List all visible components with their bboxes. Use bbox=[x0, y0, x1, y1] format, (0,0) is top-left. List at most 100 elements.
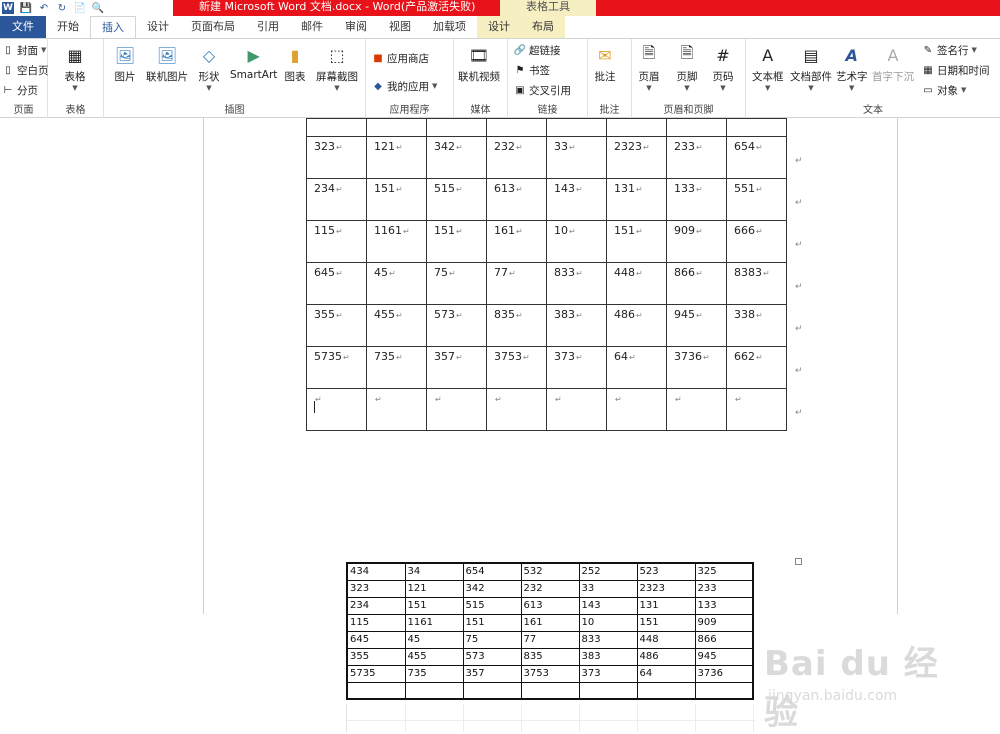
undo-icon[interactable]: ↶ bbox=[38, 2, 50, 14]
table-cell[interactable]: 355↵ bbox=[306, 304, 367, 347]
table-cell[interactable]: 909↵ bbox=[666, 220, 727, 263]
table-cell[interactable]: 233 bbox=[694, 579, 754, 598]
table-cell[interactable]: 325 bbox=[694, 562, 754, 581]
table-cell[interactable]: 131↵ bbox=[606, 178, 667, 221]
table-cell[interactable]: ↵ bbox=[366, 388, 427, 431]
object-button[interactable]: ▭ 对象 ▼ bbox=[922, 81, 966, 99]
table-cell[interactable]: 373 bbox=[578, 664, 638, 683]
table-cell[interactable]: 357↵ bbox=[426, 346, 487, 389]
tab-5[interactable]: 引用 bbox=[246, 16, 290, 38]
table-cell[interactable]: 355 bbox=[346, 647, 406, 666]
table-cell[interactable]: 645↵ bbox=[306, 262, 367, 305]
table-cell[interactable] bbox=[606, 118, 667, 137]
tab-6[interactable]: 邮件 bbox=[290, 16, 334, 38]
table-cell[interactable] bbox=[578, 681, 638, 700]
table-cell[interactable]: 64↵ bbox=[606, 346, 667, 389]
tab-11[interactable]: 布局 bbox=[521, 16, 565, 38]
textbox-button[interactable]: A 文本框 ▼ bbox=[752, 43, 784, 93]
screenshot-button[interactable]: ⬚ 屏幕截图 ▼ bbox=[316, 43, 358, 93]
table-cell[interactable]: 233↵ bbox=[666, 136, 727, 179]
table-cell[interactable]: 2323↵ bbox=[606, 136, 667, 179]
online-picture-button[interactable]: 🖼 联机图片 bbox=[146, 43, 188, 84]
table-cell[interactable]: 909 bbox=[694, 613, 754, 632]
table-cell[interactable]: 1161 bbox=[404, 613, 464, 632]
table-cell[interactable]: 161↵ bbox=[486, 220, 547, 263]
table-cell[interactable]: 161 bbox=[520, 613, 580, 632]
cover-page-button[interactable]: ▯ 封面 ▼ bbox=[2, 41, 46, 59]
table-cell[interactable]: 143↵ bbox=[546, 178, 607, 221]
table-cell[interactable]: 151↵ bbox=[366, 178, 427, 221]
table-cell[interactable]: ↵ bbox=[546, 388, 607, 431]
tab-7[interactable]: 审阅 bbox=[334, 16, 378, 38]
table-cell[interactable]: 115↵ bbox=[306, 220, 367, 263]
table-cell[interactable]: 151 bbox=[404, 596, 464, 615]
table-cell[interactable]: 45↵ bbox=[366, 262, 427, 305]
table-cell[interactable]: 945 bbox=[694, 647, 754, 666]
data-table-small[interactable]: 434 34 654 532 252 523 325 323 121 342 232 33 2323 23… bbox=[346, 562, 754, 700]
table-cell[interactable]: 234↵ bbox=[306, 178, 367, 221]
table-cell[interactable] bbox=[694, 681, 754, 700]
table-cell[interactable]: 115 bbox=[346, 613, 406, 632]
tab-8[interactable]: 视图 bbox=[378, 16, 422, 38]
header-button[interactable]: 🗎 页眉 ▼ bbox=[638, 43, 660, 93]
bookmark-button[interactable]: ⚑ 书签 bbox=[514, 61, 550, 79]
table-cell[interactable]: 373↵ bbox=[546, 346, 607, 389]
table-cell[interactable] bbox=[346, 681, 406, 700]
table-cell[interactable]: 45 bbox=[404, 630, 464, 649]
table-cell[interactable]: 866↵ bbox=[666, 262, 727, 305]
table-cell[interactable]: 448 bbox=[636, 630, 696, 649]
tab-9[interactable]: 加载项 bbox=[422, 16, 477, 38]
table-cell[interactable]: 735↵ bbox=[366, 346, 427, 389]
app-store-button[interactable]: ■ 应用商店 bbox=[372, 49, 429, 67]
table-cell[interactable]: ↵ bbox=[606, 388, 667, 431]
table-cell[interactable]: 613↵ bbox=[486, 178, 547, 221]
table-cell[interactable]: 833↵ bbox=[546, 262, 607, 305]
table-cell[interactable]: 666↵ bbox=[726, 220, 787, 263]
table-cell[interactable]: 151 bbox=[636, 613, 696, 632]
quick-parts-button[interactable]: ▤ 文档部件 ▼ bbox=[790, 43, 832, 93]
table-cell[interactable]: 5735 bbox=[346, 664, 406, 683]
table-cell[interactable]: 835↵ bbox=[486, 304, 547, 347]
table-cell[interactable]: 5735↵ bbox=[306, 346, 367, 389]
table-cell[interactable]: 835 bbox=[520, 647, 580, 666]
table-resize-handle[interactable] bbox=[795, 558, 802, 565]
table-cell[interactable]: ↵ bbox=[726, 388, 787, 431]
redo-icon[interactable]: ↻ bbox=[56, 2, 68, 14]
online-video-button[interactable]: 🎞 联机视频 bbox=[458, 43, 500, 84]
shapes-button[interactable]: ◇ 形状 ▼ bbox=[198, 43, 220, 93]
table-cell[interactable]: 515↵ bbox=[426, 178, 487, 221]
table-cell[interactable]: 833 bbox=[578, 630, 638, 649]
data-table-large[interactable]: 323↵ 121↵ 342↵ 232↵ 33↵ 2323↵ 233↵ 654↵ 234↵ 151↵… bbox=[306, 118, 787, 431]
table-cell[interactable]: 34 bbox=[404, 562, 464, 581]
table-cell[interactable]: 133↵ bbox=[666, 178, 727, 221]
table-cell[interactable] bbox=[306, 118, 367, 137]
table-cell[interactable]: ↵ bbox=[306, 388, 367, 431]
table-cell[interactable]: 151↵ bbox=[606, 220, 667, 263]
table-cell[interactable]: 338↵ bbox=[726, 304, 787, 347]
smartart-button[interactable]: ▶ SmartArt bbox=[230, 43, 277, 82]
table-cell[interactable]: 662↵ bbox=[726, 346, 787, 389]
table-cell[interactable]: 64 bbox=[636, 664, 696, 683]
table-cell[interactable]: 323 bbox=[346, 579, 406, 598]
table-cell[interactable]: ↵ bbox=[486, 388, 547, 431]
table-cell[interactable]: 455↵ bbox=[366, 304, 427, 347]
table-cell[interactable]: 232 bbox=[520, 579, 580, 598]
table-cell[interactable] bbox=[462, 681, 522, 700]
table-cell[interactable] bbox=[520, 681, 580, 700]
table-cell[interactable]: 10↵ bbox=[546, 220, 607, 263]
table-cell[interactable]: 654 bbox=[462, 562, 522, 581]
save-icon[interactable]: 💾 bbox=[20, 2, 32, 14]
table-cell[interactable]: 133 bbox=[694, 596, 754, 615]
tab-3[interactable]: 设计 bbox=[136, 16, 180, 38]
table-cell[interactable]: 486↵ bbox=[606, 304, 667, 347]
hyperlink-button[interactable]: 🔗 超链接 bbox=[514, 41, 561, 59]
table-cell[interactable]: 383↵ bbox=[546, 304, 607, 347]
tab-10[interactable]: 设计 bbox=[477, 16, 521, 38]
blank-page-button[interactable]: ▯ 空白页 bbox=[2, 61, 48, 79]
table-cell[interactable]: 573↵ bbox=[426, 304, 487, 347]
table-cell[interactable]: 573 bbox=[462, 647, 522, 666]
table-cell[interactable]: 323↵ bbox=[306, 136, 367, 179]
table-cell[interactable]: 3753↵ bbox=[486, 346, 547, 389]
table-cell[interactable]: 532 bbox=[520, 562, 580, 581]
table-cell[interactable]: 151 bbox=[462, 613, 522, 632]
